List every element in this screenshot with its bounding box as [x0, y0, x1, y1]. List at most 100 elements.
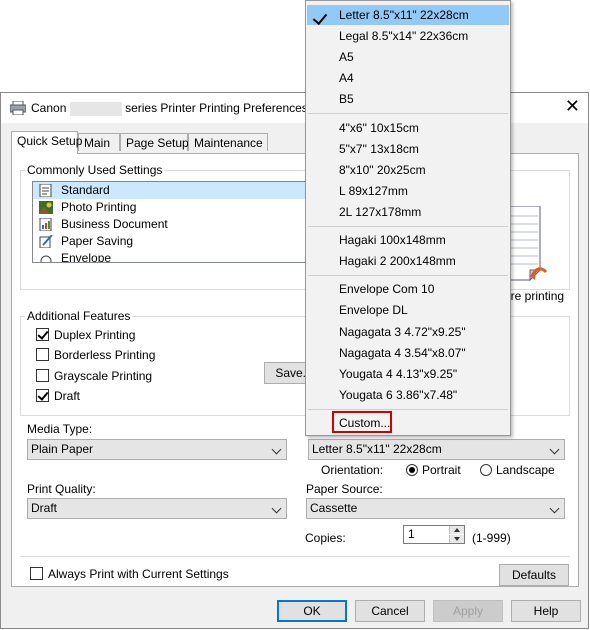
window-title-suffix: series Printer Printing Preferences — [125, 101, 308, 115]
menu-separator — [308, 113, 508, 114]
help-button[interactable]: Help — [511, 600, 581, 622]
menu-item-label: Nagagata 4 3.54"x8.07" — [339, 346, 466, 360]
tab-quick-setup[interactable]: Quick Setup — [11, 131, 82, 154]
tab-page-setup[interactable]: Page Setup — [120, 133, 189, 151]
menu-item-5x7[interactable]: 5"x7" 13x18cm — [307, 139, 509, 159]
portrait-label: Portrait — [422, 463, 461, 477]
tab-maintenance[interactable]: Maintenance — [188, 133, 268, 151]
checkbox-label: Always Print with Current Settings — [48, 567, 229, 581]
menu-item-label: 4"x6" 10x15cm — [339, 121, 419, 135]
paper-source-label: Paper Source: — [306, 482, 383, 496]
list-item-paper-saving[interactable]: Paper Saving — [33, 233, 331, 250]
menu-item-yougata-4[interactable]: Yougata 4 4.13"x9.25" — [307, 364, 509, 384]
menu-item-label: Yougata 4 4.13"x9.25" — [339, 367, 458, 381]
menu-item-label: 2L 127x178mm — [339, 205, 422, 219]
list-item-standard[interactable]: Standard — [33, 182, 331, 199]
divider — [20, 556, 570, 557]
menu-item-label: Envelope DL — [339, 303, 408, 317]
menu-item-label: 8"x10" 20x25cm — [339, 163, 426, 177]
paper-source-dropdown[interactable]: Cassette — [306, 498, 565, 519]
menu-item-nagagata-3[interactable]: Nagagata 3 4.72"x9.25" — [307, 322, 509, 342]
ok-button[interactable]: OK — [277, 600, 347, 622]
custom-highlight-outline — [332, 411, 392, 433]
menu-item-4x6[interactable]: 4"x6" 10x15cm — [307, 118, 509, 138]
paper-saving-icon — [39, 235, 53, 248]
menu-item-hagaki[interactable]: Hagaki 100x148mm — [307, 230, 509, 250]
menu-item-envelope-com10[interactable]: Envelope Com 10 — [307, 279, 509, 299]
chevron-down-icon — [271, 503, 282, 514]
standard-icon — [39, 184, 52, 197]
landscape-label: Landscape — [496, 463, 555, 477]
redacted-model-name — [69, 101, 122, 116]
checkbox-label: Grayscale Printing — [54, 369, 153, 383]
menu-item-label: Envelope Com 10 — [339, 282, 435, 296]
checkbox-box[interactable] — [36, 328, 49, 341]
menu-item-label: Hagaki 100x148mm — [339, 233, 446, 247]
menu-item-label: L 89x127mm — [339, 184, 408, 198]
page-size-value: Letter 8.5"x11" 22x28cm — [312, 442, 442, 456]
list-item-label: Standard — [61, 183, 110, 197]
commonly-used-settings-legend: Commonly Used Settings — [25, 163, 165, 177]
orientation-label: Orientation: — [321, 463, 384, 477]
checkbox-box[interactable] — [30, 567, 43, 580]
cancel-button[interactable]: Cancel — [355, 600, 425, 622]
menu-item-8x10[interactable]: 8"x10" 20x25cm — [307, 160, 509, 180]
menu-item-a4[interactable]: A4 — [307, 68, 509, 88]
media-type-label: Media Type: — [27, 422, 93, 436]
menu-item-hagaki-2[interactable]: Hagaki 2 200x148mm — [307, 251, 509, 271]
menu-item-envelope-dl[interactable]: Envelope DL — [307, 300, 509, 320]
list-item-envelope[interactable]: Envelope — [33, 250, 331, 262]
menu-item-label: B5 — [339, 92, 354, 106]
increment-icon[interactable] — [449, 526, 464, 534]
menu-separator — [308, 226, 508, 227]
portrait-radio[interactable] — [406, 464, 418, 476]
commonly-used-settings-list[interactable]: Standard Photo Printing Business Documen… — [32, 181, 332, 263]
checkbox-label: Draft — [54, 389, 81, 403]
decrement-icon[interactable] — [449, 535, 464, 543]
menu-item-nagagata-4[interactable]: Nagagata 4 3.54"x8.07" — [307, 343, 509, 363]
checkbox-box[interactable] — [36, 389, 49, 402]
apply-button[interactable]: Apply — [433, 600, 503, 622]
copies-range: (1-999) — [472, 531, 511, 545]
close-button[interactable]: ✕ — [565, 97, 580, 115]
paper-source-value: Cassette — [310, 501, 358, 515]
list-item-label: Photo Printing — [61, 200, 137, 214]
copies-value: 1 — [408, 527, 415, 541]
menu-item-2l[interactable]: 2L 127x178mm — [307, 202, 509, 222]
print-quality-dropdown[interactable]: Draft — [27, 498, 287, 519]
menu-item-label: 5"x7" 13x18cm — [339, 142, 419, 156]
defaults-button[interactable]: Defaults — [499, 564, 569, 586]
menu-separator — [308, 275, 508, 276]
photo-icon — [39, 201, 53, 214]
checkbox-label: Duplex Printing — [54, 328, 136, 342]
menu-item-label: Hagaki 2 200x148mm — [339, 254, 456, 268]
menu-item-label: Legal 8.5"x14" 22x36cm — [339, 29, 469, 43]
menu-item-label: A5 — [339, 50, 354, 64]
list-item-label: Paper Saving — [61, 234, 134, 248]
menu-item-b5[interactable]: B5 — [307, 89, 509, 109]
preview-caption: ore printing — [504, 289, 565, 303]
menu-item-legal[interactable]: Legal 8.5"x14" 22x36cm — [307, 26, 509, 46]
copies-stepper[interactable]: 1 — [403, 525, 465, 544]
checkbox-box[interactable] — [36, 348, 49, 361]
window-title: Canon series Printer Printing Preference… — [31, 101, 308, 116]
printer-icon — [10, 101, 26, 115]
page-size-dropdown-menu: Letter 8.5"x11" 22x28cm Legal 8.5"x14" 2… — [305, 0, 511, 436]
tab-main[interactable]: Main — [78, 133, 120, 151]
menu-item-label: Nagagata 3 4.72"x9.25" — [339, 325, 466, 339]
menu-item-yougata-6[interactable]: Yougata 6 3.86"x7.48" — [307, 385, 509, 405]
business-document-icon — [39, 218, 52, 231]
chevron-down-icon — [549, 503, 560, 514]
menu-separator — [308, 409, 508, 410]
landscape-radio[interactable] — [480, 464, 492, 476]
menu-item-label: Letter 8.5"x11" 22x28cm — [339, 8, 469, 22]
list-item-photo-printing[interactable]: Photo Printing — [33, 199, 331, 216]
additional-features-legend: Additional Features — [25, 309, 133, 323]
list-item-business-document[interactable]: Business Document — [33, 216, 331, 233]
page-size-dropdown[interactable]: Letter 8.5"x11" 22x28cm — [308, 439, 565, 460]
menu-item-l[interactable]: L 89x127mm — [307, 181, 509, 201]
media-type-dropdown[interactable]: Plain Paper — [27, 439, 287, 460]
menu-item-letter[interactable]: Letter 8.5"x11" 22x28cm — [307, 5, 509, 26]
menu-item-a5[interactable]: A5 — [307, 47, 509, 67]
checkbox-box[interactable] — [36, 369, 49, 382]
